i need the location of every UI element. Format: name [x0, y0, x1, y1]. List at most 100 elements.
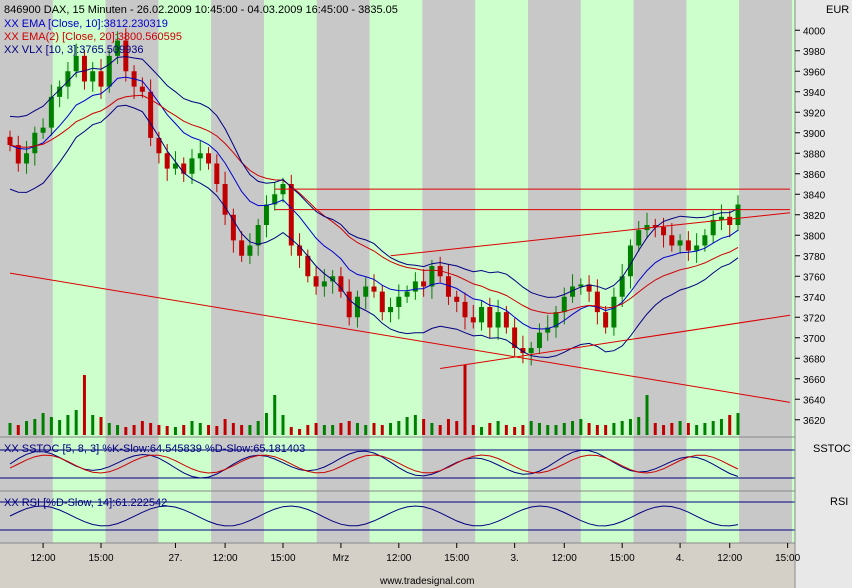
volume-bar [91, 415, 94, 435]
candle-body [429, 266, 434, 287]
session-band [528, 0, 581, 543]
y-tick-label: 3880 [803, 149, 826, 160]
volume-bar [737, 413, 740, 435]
volume-bar [654, 423, 657, 435]
x-tick-label: 15:00 [270, 553, 295, 564]
candle-body [603, 312, 608, 327]
volume-bar [381, 425, 384, 435]
sstoc-legend: XX SSTOC [5, 8, 3] %K-Slow:64.545839 %D-… [4, 443, 305, 455]
y-tick-label: 3740 [803, 293, 826, 304]
volume-bar [265, 413, 268, 435]
volume-bar [604, 425, 607, 435]
volume-bar [596, 425, 599, 435]
y-tick-label: 3940 [803, 88, 826, 99]
candle-body [611, 297, 616, 328]
candle-body [190, 158, 195, 173]
volume-bar [373, 423, 376, 435]
volume-bar [116, 425, 119, 435]
volume-bar [100, 417, 103, 435]
y-tick-label: 4000 [803, 26, 826, 37]
candle-body [239, 240, 244, 255]
candle-body [471, 317, 476, 322]
candle-body [24, 153, 29, 163]
volume-bar [571, 421, 574, 435]
volume-bar [414, 415, 417, 435]
x-tick-label: 15:00 [610, 553, 635, 564]
volume-bar [348, 421, 351, 435]
volume-bar [149, 423, 152, 435]
volume-bar [430, 423, 433, 435]
volume-bar [66, 415, 69, 435]
y-tick-label: 3920 [803, 108, 826, 119]
candle-body [322, 281, 327, 286]
volume-bar [464, 365, 467, 435]
session-bands [0, 0, 845, 543]
volume-bar [215, 426, 218, 435]
volume-bar [290, 427, 293, 435]
volume-bar [505, 425, 508, 435]
volume-bar [306, 425, 309, 435]
volume-bar [257, 421, 260, 435]
x-tick-label: 12:00 [386, 553, 411, 564]
volume-bar [720, 419, 723, 435]
candle-body [74, 56, 79, 71]
volume-bar [497, 421, 500, 435]
volume-bar [513, 427, 516, 435]
candle-body [529, 348, 534, 353]
candle-body [90, 71, 95, 81]
candle-body [363, 287, 368, 297]
volume-bar [687, 423, 690, 435]
y-tick-label: 3900 [803, 129, 826, 140]
volume-bar [703, 423, 706, 435]
volume-bar [670, 423, 673, 435]
candle-body [314, 276, 319, 286]
volume-bar [240, 425, 243, 435]
candle-body [198, 153, 203, 158]
x-tick-label: 12:00 [717, 553, 742, 564]
y-tick-label: 3660 [803, 375, 826, 386]
candle-body [264, 205, 269, 226]
session-band [686, 0, 739, 543]
x-tick-label: 12:00 [31, 553, 56, 564]
session-band [739, 0, 792, 543]
volume-bar [588, 423, 591, 435]
volume-bar [397, 421, 400, 435]
candle-body [289, 184, 294, 246]
session-band [475, 0, 528, 543]
volume-bar [538, 423, 541, 435]
volume-bar [728, 415, 731, 435]
candle-body [380, 292, 385, 313]
x-tick-label: 15:00 [775, 553, 800, 564]
y-tick-label: 3800 [803, 231, 826, 242]
volume-bar [712, 421, 715, 435]
candle-body [595, 292, 600, 313]
volume-bar [555, 425, 558, 435]
candle-body [702, 235, 707, 245]
volume-bar [9, 423, 12, 435]
candle-body [711, 220, 716, 235]
candle-body [396, 297, 401, 307]
x-tick-label: 15:00 [444, 553, 469, 564]
volume-bar [579, 419, 582, 435]
volume-bar [166, 426, 169, 435]
volume-bar [339, 423, 342, 435]
candle-body [496, 312, 501, 327]
y-tick-label: 3720 [803, 313, 826, 324]
volume-bar [637, 417, 640, 435]
candle-body [421, 281, 426, 286]
y-tick-label: 3700 [803, 334, 826, 345]
volume-bar [124, 427, 127, 435]
candle-body [49, 97, 54, 128]
volume-bar [323, 425, 326, 435]
volume-bar [232, 423, 235, 435]
session-band [158, 0, 211, 543]
ema10-legend: XX EMA [Close, 10]:3812.230319 [4, 18, 168, 30]
volume-bar [248, 425, 251, 435]
y-tick-label: 3960 [803, 67, 826, 78]
candle-body [256, 225, 261, 246]
volume-bar [133, 425, 136, 435]
volume-bar [455, 421, 458, 435]
volume-bar [58, 420, 61, 435]
volume-bar [108, 423, 111, 435]
volume-bar [199, 423, 202, 435]
